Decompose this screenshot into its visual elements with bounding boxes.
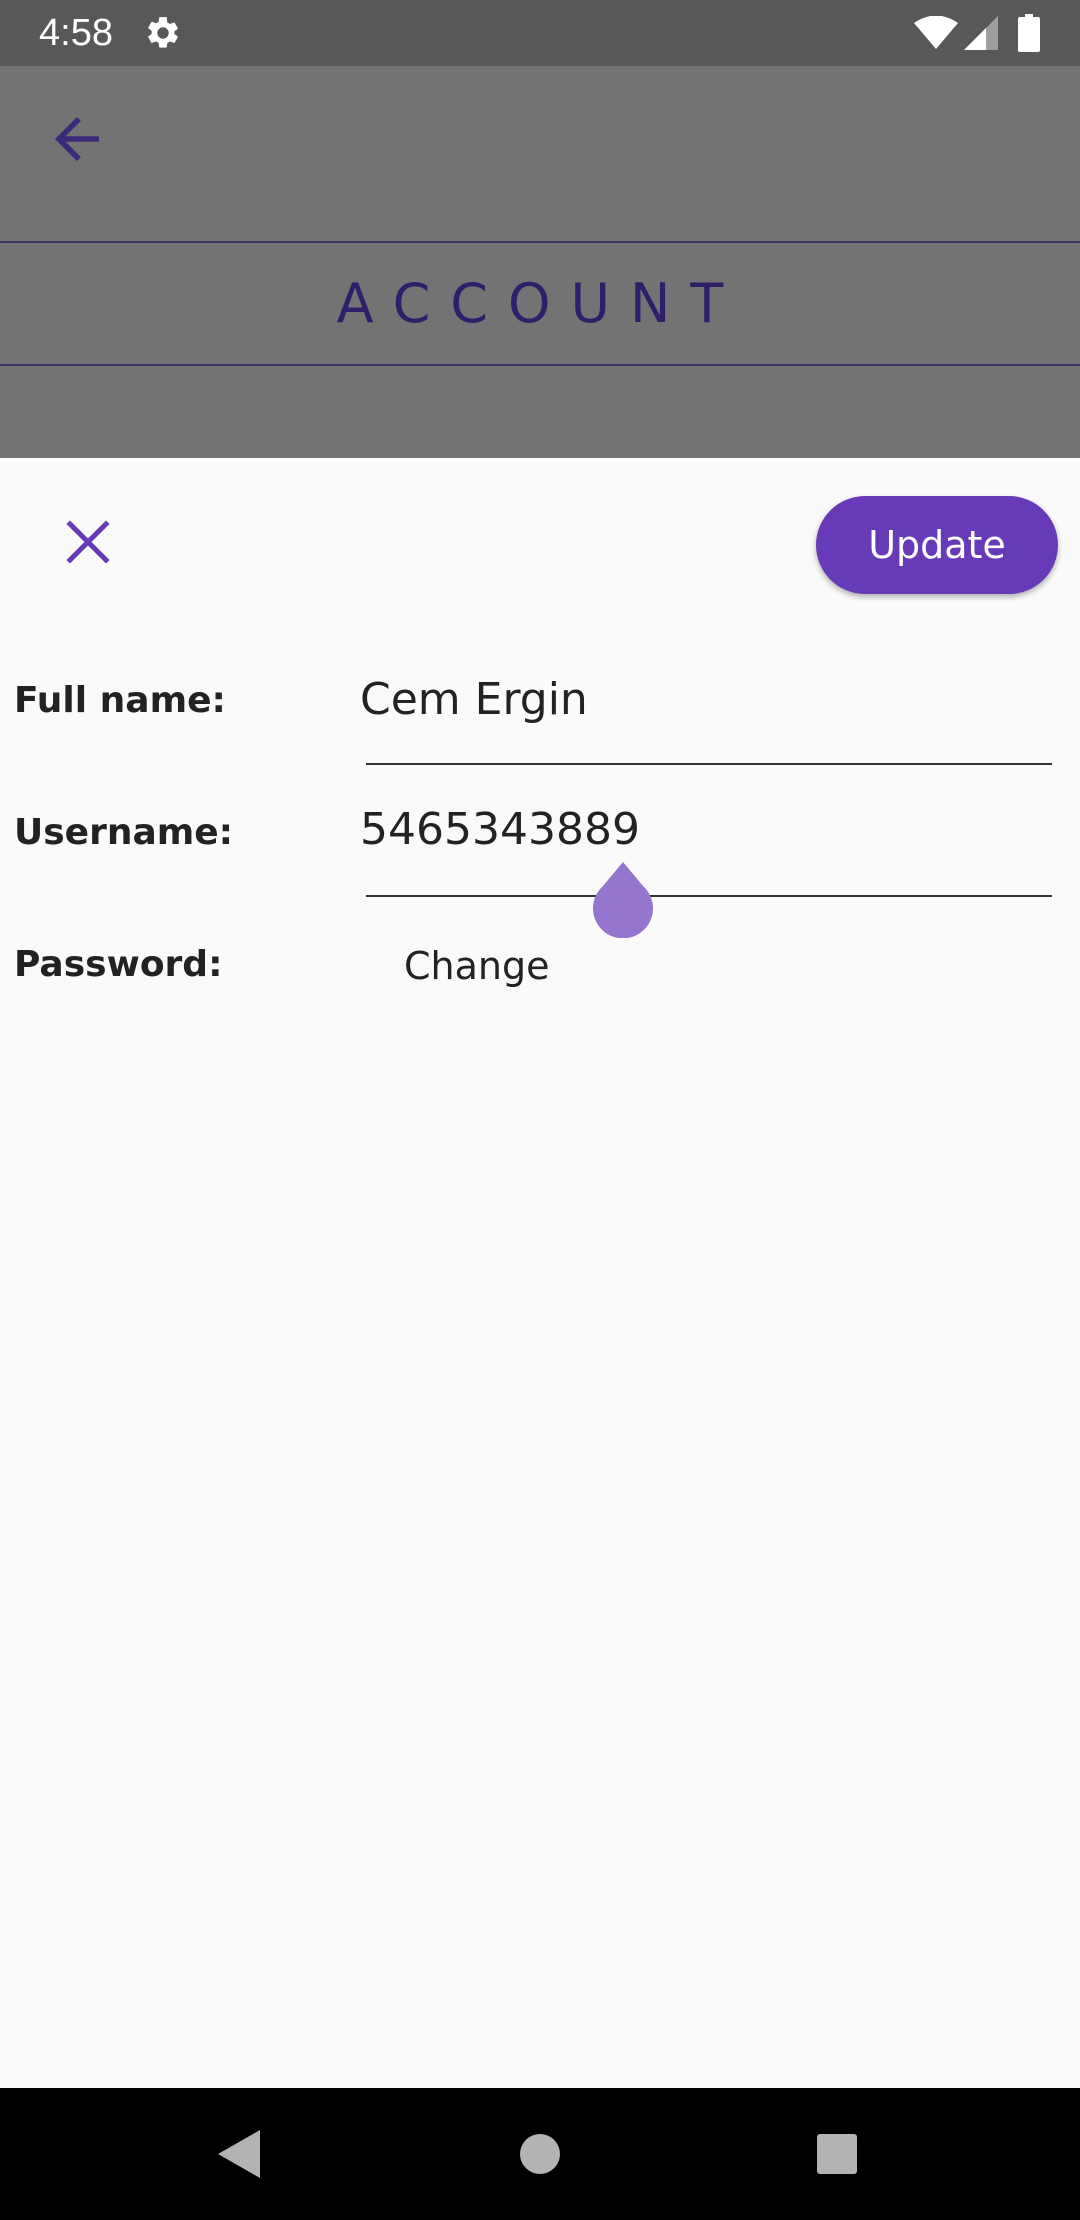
nav-recents-icon[interactable]: [817, 2134, 857, 2174]
username-label: Username:: [14, 812, 234, 853]
battery-icon: [1018, 14, 1040, 52]
nav-home-icon[interactable]: [520, 2134, 560, 2174]
username-underline: [366, 895, 1052, 897]
username-field[interactable]: 5465343889: [360, 800, 640, 860]
account-edit-screen: 4:58 ACCOUNT Update Full name: Cem Ergin…: [0, 0, 1080, 2220]
wifi-icon: [914, 16, 958, 49]
status-bar: 4:58: [0, 0, 1080, 66]
full-name-field[interactable]: Cem Ergin: [360, 670, 588, 730]
arrow-back-icon[interactable]: [44, 106, 110, 172]
cell-signal-icon: [964, 16, 998, 50]
title-divider-bottom: [0, 364, 1080, 366]
title-divider-top: [0, 241, 1080, 243]
full-name-underline: [366, 763, 1052, 765]
background-page-scrim: [0, 66, 1080, 458]
text-cursor-handle[interactable]: [593, 862, 653, 938]
status-time: 4:58: [39, 12, 113, 54]
close-icon[interactable]: [56, 510, 120, 574]
page-title: ACCOUNT: [336, 272, 744, 335]
password-label: Password:: [14, 944, 223, 985]
nav-back-icon[interactable]: [218, 2130, 260, 2178]
update-button[interactable]: Update: [816, 496, 1058, 594]
settings-gear-icon: [148, 17, 178, 48]
full-name-label: Full name:: [14, 680, 226, 721]
change-password-button[interactable]: Change: [404, 936, 550, 996]
